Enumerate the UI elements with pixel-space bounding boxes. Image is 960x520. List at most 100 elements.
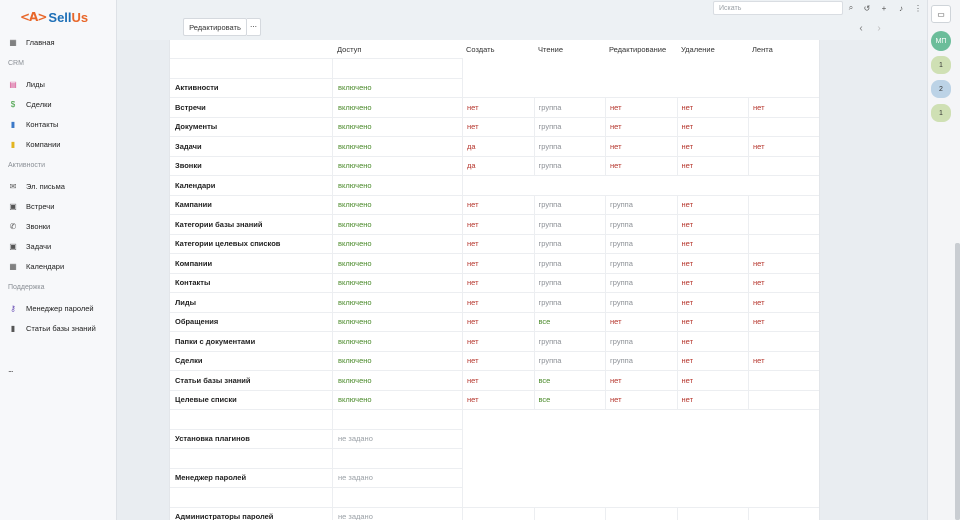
permission-value[interactable]: нет	[676, 331, 748, 351]
logo[interactable]: <A> SellUs	[20, 9, 88, 25]
sidebar-item-calls[interactable]: ✆ Звонки	[0, 217, 116, 235]
permission-value[interactable]: нет	[676, 136, 748, 156]
permission-value[interactable]: нет	[462, 194, 534, 214]
scrollbar[interactable]	[955, 243, 960, 520]
access-value[interactable]: включено	[332, 389, 462, 409]
permission-value[interactable]: нет	[676, 389, 748, 409]
permission-value[interactable]: нет	[462, 253, 534, 273]
access-value[interactable]: включено	[332, 331, 462, 351]
permission-value[interactable]: группа	[605, 194, 677, 214]
permission-value[interactable]: нет	[605, 311, 677, 331]
permission-value[interactable]: группа	[533, 331, 605, 351]
permission-value[interactable]: нет	[748, 311, 819, 331]
search-input[interactable]	[713, 1, 843, 15]
access-value[interactable]: включено	[332, 155, 462, 175]
permission-value[interactable]: группа	[533, 214, 605, 234]
avatar[interactable]: МП	[931, 31, 951, 51]
permission-value[interactable]: группа	[533, 253, 605, 273]
permission-value[interactable]: нет	[676, 311, 748, 331]
permission-value[interactable]	[748, 155, 819, 175]
permission-value[interactable]: нет	[462, 292, 534, 312]
access-value[interactable]: включено	[332, 194, 462, 214]
sidebar-item-companies[interactable]: ▮ Компании	[0, 135, 116, 153]
permission-value[interactable]: группа	[605, 233, 677, 253]
permission-value[interactable]: нет	[676, 272, 748, 292]
next-page-icon[interactable]: ›	[873, 22, 885, 34]
access-value[interactable]: включено	[332, 97, 462, 117]
permission-value[interactable]: нет	[676, 214, 748, 234]
permission-value[interactable]: нет	[748, 292, 819, 312]
permission-value[interactable]: нет	[748, 253, 819, 273]
permission-value[interactable]: группа	[533, 97, 605, 117]
permission-value[interactable]	[748, 389, 819, 409]
permission-value[interactable]: группа	[533, 292, 605, 312]
access-value[interactable]: включено	[332, 370, 462, 390]
permission-value[interactable]: группа	[533, 233, 605, 253]
permission-value[interactable]: нет	[676, 253, 748, 273]
sidebar-item-emails[interactable]: ✉ Эл. письма	[0, 177, 116, 195]
permission-value[interactable]: нет	[748, 350, 819, 370]
permission-value[interactable]: нет	[462, 370, 534, 390]
access-value[interactable]: включено	[332, 77, 462, 97]
permission-value[interactable]	[748, 370, 819, 390]
permission-value[interactable]: нет	[676, 194, 748, 214]
access-value[interactable]: включено	[332, 292, 462, 312]
access-value[interactable]: включено	[332, 311, 462, 331]
permission-value[interactable]: группа	[533, 272, 605, 292]
access-value[interactable]: не задано	[332, 506, 462, 520]
counter-badge[interactable]: 1	[931, 104, 951, 122]
access-value[interactable]: не задано	[332, 428, 462, 448]
counter-badge[interactable]: 2	[931, 80, 951, 98]
permission-value[interactable]: нет	[605, 97, 677, 117]
permission-value[interactable]	[748, 233, 819, 253]
permission-value[interactable]: группа	[533, 116, 605, 136]
more-menu-button[interactable]: ...	[8, 364, 13, 374]
permission-value[interactable]: нет	[462, 311, 534, 331]
permission-value[interactable]	[748, 194, 819, 214]
permission-value[interactable]: все	[533, 389, 605, 409]
permission-value[interactable]: группа	[605, 272, 677, 292]
permission-value[interactable]: нет	[676, 233, 748, 253]
edit-button[interactable]: Редактировать	[183, 18, 247, 36]
permission-value[interactable]: нет	[462, 272, 534, 292]
permission-value[interactable]: нет	[676, 350, 748, 370]
access-value[interactable]: включено	[332, 136, 462, 156]
permission-value[interactable]: группа	[533, 155, 605, 175]
permission-value[interactable]: нет	[462, 97, 534, 117]
sidebar-item-meetings[interactable]: ▣ Встречи	[0, 197, 116, 215]
permission-value[interactable]: нет	[462, 116, 534, 136]
sidebar-item-leads[interactable]: ▤ Лиды	[0, 75, 116, 93]
permission-value[interactable]: нет	[605, 155, 677, 175]
sidebar-item-knowledge-base[interactable]: ▮ Статьи базы знаний	[0, 319, 116, 337]
permission-value[interactable]	[748, 116, 819, 136]
prev-page-icon[interactable]: ‹	[855, 22, 867, 34]
access-value[interactable]: включено	[332, 350, 462, 370]
permission-value[interactable]: группа	[605, 292, 677, 312]
permission-value[interactable]: нет	[748, 272, 819, 292]
permission-value[interactable]: группа	[605, 331, 677, 351]
permission-value[interactable]	[748, 214, 819, 234]
sidebar-item-tasks[interactable]: ▣ Задачи	[0, 237, 116, 255]
permission-value[interactable]: группа	[533, 350, 605, 370]
permission-value[interactable]: группа	[605, 253, 677, 273]
permission-value[interactable]: нет	[462, 331, 534, 351]
permission-value[interactable]: нет	[462, 214, 534, 234]
bell-icon[interactable]: ♪	[895, 2, 907, 14]
permission-value[interactable]: нет	[462, 350, 534, 370]
access-value[interactable]: включено	[332, 175, 462, 195]
permission-value[interactable]: нет	[462, 233, 534, 253]
permission-value[interactable]: нет	[676, 370, 748, 390]
permission-value[interactable]: нет	[676, 116, 748, 136]
permission-value[interactable]: нет	[748, 136, 819, 156]
access-value[interactable]: включено	[332, 214, 462, 234]
counter-badge[interactable]: 1	[931, 56, 951, 74]
kebab-menu-icon[interactable]: ⋮	[912, 2, 924, 14]
access-value[interactable]: включено	[332, 116, 462, 136]
permission-value[interactable]: нет	[748, 97, 819, 117]
permission-value[interactable]: нет	[605, 370, 677, 390]
permission-value[interactable]: группа	[533, 136, 605, 156]
search-icon[interactable]: ⌕	[845, 2, 857, 14]
sidebar-item-password-manager[interactable]: ⚷ Менеджер паролей	[0, 299, 116, 317]
permission-value[interactable]: все	[533, 370, 605, 390]
access-value[interactable]: не задано	[332, 467, 462, 487]
